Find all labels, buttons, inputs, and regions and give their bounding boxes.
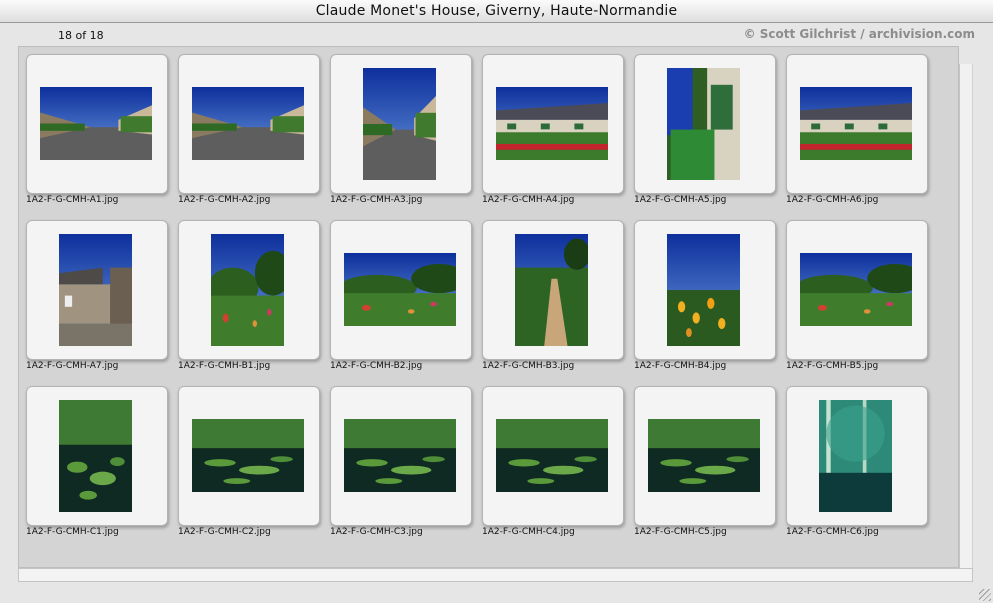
thumbnail[interactable]: 1A2-F-G-CMH-B5.jpg bbox=[786, 220, 928, 378]
thumbnail[interactable]: 1A2-F-G-CMH-A2.jpg bbox=[178, 54, 320, 212]
slide-frame[interactable] bbox=[330, 386, 472, 526]
photo-thumbnail[interactable] bbox=[363, 68, 436, 180]
thumbnail[interactable]: 1A2-F-G-CMH-B3.jpg bbox=[482, 220, 624, 378]
photo-thumbnail[interactable] bbox=[496, 419, 608, 492]
thumbnail-filename: 1A2-F-G-CMH-C3.jpg bbox=[330, 527, 423, 537]
thumbnail-filename: 1A2-F-G-CMH-C1.jpg bbox=[26, 527, 119, 537]
photo-thumbnail[interactable] bbox=[59, 234, 132, 346]
slide-frame[interactable] bbox=[786, 54, 928, 194]
thumbnail[interactable]: 1A2-F-G-CMH-A5.jpg bbox=[634, 54, 776, 212]
slide-frame[interactable] bbox=[330, 54, 472, 194]
slide-frame[interactable] bbox=[26, 54, 168, 194]
photo-thumbnail[interactable] bbox=[800, 253, 912, 326]
thumbnail[interactable]: 1A2-F-G-CMH-C5.jpg bbox=[634, 386, 776, 544]
thumbnail-filename: 1A2-F-G-CMH-B1.jpg bbox=[178, 361, 271, 371]
slide-frame[interactable] bbox=[482, 220, 624, 360]
photo-thumbnail[interactable] bbox=[40, 87, 152, 160]
slide-frame[interactable] bbox=[482, 386, 624, 526]
thumbnail[interactable]: 1A2-F-G-CMH-B2.jpg bbox=[330, 220, 472, 378]
photo-thumbnail[interactable] bbox=[667, 68, 740, 180]
thumbnail-filename: 1A2-F-G-CMH-C5.jpg bbox=[634, 527, 727, 537]
thumbnail-filename: 1A2-F-G-CMH-B2.jpg bbox=[330, 361, 423, 371]
slide-frame[interactable] bbox=[482, 54, 624, 194]
slide-frame[interactable] bbox=[786, 386, 928, 526]
slide-frame[interactable] bbox=[786, 220, 928, 360]
slide-frame[interactable] bbox=[178, 220, 320, 360]
thumbnail[interactable]: 1A2-F-G-CMH-C4.jpg bbox=[482, 386, 624, 544]
photo-thumbnail[interactable] bbox=[819, 400, 892, 512]
slide-frame[interactable] bbox=[178, 386, 320, 526]
thumbnail[interactable]: 1A2-F-G-CMH-C3.jpg bbox=[330, 386, 472, 544]
photo-thumbnail[interactable] bbox=[648, 419, 760, 492]
photo-thumbnail[interactable] bbox=[192, 87, 304, 160]
thumbnail-filename: 1A2-F-G-CMH-C6.jpg bbox=[786, 527, 879, 537]
thumbnail-filename: 1A2-F-G-CMH-B3.jpg bbox=[482, 361, 575, 371]
thumbnail-filename: 1A2-F-G-CMH-A1.jpg bbox=[26, 195, 119, 205]
thumbnail-filename: 1A2-F-G-CMH-A6.jpg bbox=[786, 195, 879, 205]
photo-thumbnail[interactable] bbox=[515, 234, 588, 346]
thumbnail-filename: 1A2-F-G-CMH-B5.jpg bbox=[786, 361, 879, 371]
photo-thumbnail[interactable] bbox=[192, 419, 304, 492]
thumbnail-filename: 1A2-F-G-CMH-C4.jpg bbox=[482, 527, 575, 537]
thumbnail[interactable]: 1A2-F-G-CMH-B1.jpg bbox=[178, 220, 320, 378]
thumbnail-filename: 1A2-F-G-CMH-C2.jpg bbox=[178, 527, 271, 537]
thumbnail-filename: 1A2-F-G-CMH-A7.jpg bbox=[26, 361, 119, 371]
slide-frame[interactable] bbox=[330, 220, 472, 360]
photo-thumbnail[interactable] bbox=[496, 87, 608, 160]
photo-thumbnail[interactable] bbox=[59, 400, 132, 512]
thumbnail[interactable]: 1A2-F-G-CMH-A4.jpg bbox=[482, 54, 624, 212]
copyright-text: © Scott Gilchrist / archivision.com bbox=[743, 27, 975, 41]
thumbnail-filename: 1A2-F-G-CMH-A5.jpg bbox=[634, 195, 727, 205]
slide-frame[interactable] bbox=[634, 386, 776, 526]
thumbnail-filename: 1A2-F-G-CMH-B4.jpg bbox=[634, 361, 727, 371]
photo-thumbnail[interactable] bbox=[800, 87, 912, 160]
photo-thumbnail[interactable] bbox=[667, 234, 740, 346]
thumbnail[interactable]: 1A2-F-G-CMH-A6.jpg bbox=[786, 54, 928, 212]
thumbnail[interactable]: 1A2-F-G-CMH-C1.jpg bbox=[26, 386, 168, 544]
thumbnail[interactable]: 1A2-F-G-CMH-A7.jpg bbox=[26, 220, 168, 378]
slide-frame[interactable] bbox=[634, 220, 776, 360]
slide-frame[interactable] bbox=[178, 54, 320, 194]
slide-frame[interactable] bbox=[26, 220, 168, 360]
slide-frame[interactable] bbox=[26, 386, 168, 526]
slide-frame[interactable] bbox=[634, 54, 776, 194]
thumbnail-filename: 1A2-F-G-CMH-A2.jpg bbox=[178, 195, 271, 205]
vertical-scrollbar[interactable] bbox=[959, 64, 973, 568]
resize-grip-icon[interactable] bbox=[979, 589, 991, 601]
photo-thumbnail[interactable] bbox=[344, 253, 456, 326]
photo-thumbnail[interactable] bbox=[211, 234, 284, 346]
thumbnail[interactable]: 1A2-F-G-CMH-C6.jpg bbox=[786, 386, 928, 544]
thumbnail[interactable]: 1A2-F-G-CMH-A3.jpg bbox=[330, 54, 472, 212]
image-count: 18 of 18 bbox=[58, 29, 104, 42]
horizontal-scrollbar[interactable] bbox=[18, 568, 973, 582]
thumbnail-filename: 1A2-F-G-CMH-A4.jpg bbox=[482, 195, 575, 205]
photo-thumbnail[interactable] bbox=[344, 419, 456, 492]
thumbnail[interactable]: 1A2-F-G-CMH-B4.jpg bbox=[634, 220, 776, 378]
thumbnail[interactable]: 1A2-F-G-CMH-A1.jpg bbox=[26, 54, 168, 212]
thumbnail[interactable]: 1A2-F-G-CMH-C2.jpg bbox=[178, 386, 320, 544]
thumbnail-filename: 1A2-F-G-CMH-A3.jpg bbox=[330, 195, 423, 205]
window-title: Claude Monet's House, Giverny, Haute-Nor… bbox=[0, 0, 993, 23]
